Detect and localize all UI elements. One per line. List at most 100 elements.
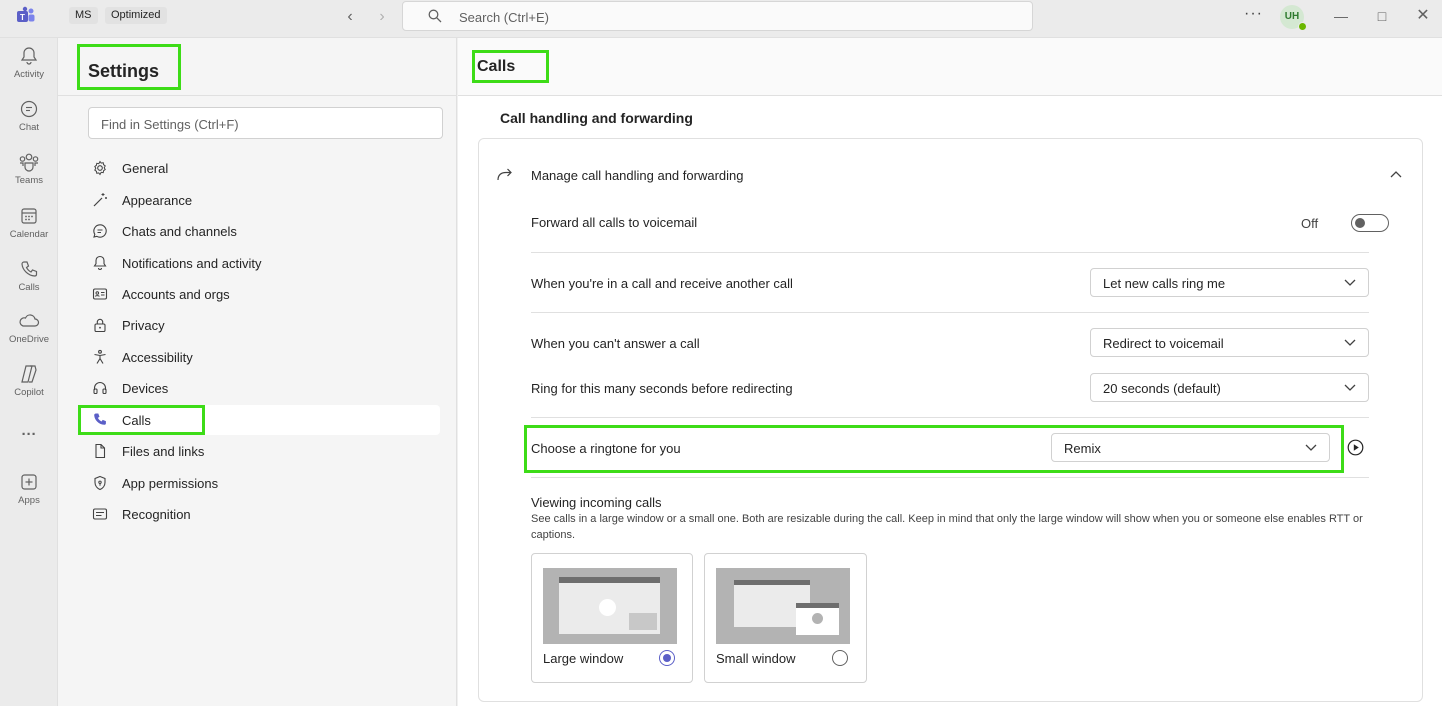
gear-icon — [94, 160, 106, 176]
rail-item-calls[interactable]: Calls — [0, 259, 58, 305]
bell-icon — [93, 255, 107, 270]
manage-label: Manage call handling and forwarding — [531, 168, 744, 183]
play-ringtone-icon[interactable] — [1347, 439, 1364, 456]
rail-item-calendar[interactable]: Calendar — [0, 206, 58, 252]
another-call-label: When you're in a call and receive anothe… — [531, 276, 793, 291]
rail-item-copilot[interactable]: Copilot — [0, 364, 58, 410]
forward-arrow-icon[interactable]: › — [371, 6, 393, 28]
rail-item-chat[interactable]: Chat — [0, 99, 58, 145]
nav-item-recognition[interactable]: Recognition — [80, 499, 440, 529]
nav-item-general[interactable]: General — [80, 153, 440, 183]
ringtone-row-highlight — [524, 425, 1344, 473]
back-arrow-icon[interactable]: ‹ — [339, 6, 361, 28]
rail-label: Calendar — [9, 229, 49, 240]
main-header: Calls — [458, 38, 1442, 96]
divider — [531, 417, 1369, 418]
id-card-icon — [92, 288, 108, 300]
nav-item-privacy[interactable]: Privacy — [80, 310, 440, 340]
nav-item-files-and-links[interactable]: Files and links — [80, 436, 440, 466]
copilot-icon — [21, 365, 37, 383]
more-options-button[interactable]: ··· — [1244, 5, 1263, 23]
nav-item-chats-and-channels[interactable]: Chats and channels — [80, 216, 440, 246]
section-title: Call handling and forwarding — [500, 110, 693, 126]
bell-icon — [20, 47, 38, 65]
find-in-settings-input[interactable]: Find in Settings (Ctrl+F) — [88, 107, 443, 139]
chevron-down-icon — [1344, 339, 1356, 346]
nav-item-devices[interactable]: Devices — [80, 373, 440, 403]
lock-icon — [94, 318, 106, 333]
org-chip[interactable]: MS — [69, 7, 98, 24]
phone-icon — [21, 261, 38, 277]
minimize-icon[interactable]: — — [1330, 5, 1352, 27]
divider — [531, 477, 1369, 478]
call-handling-card: Manage call handling and forwarding Forw… — [478, 138, 1423, 702]
nav-item-notifications[interactable]: Notifications and activity — [80, 248, 440, 278]
small-window-avatar — [812, 613, 823, 624]
rail-item-onedrive[interactable]: OneDrive — [0, 311, 58, 357]
large-window-radio[interactable] — [659, 650, 675, 666]
avatar[interactable]: UH — [1280, 5, 1307, 31]
nav-label: Appearance — [122, 193, 193, 208]
rail-label: Activity — [13, 69, 45, 80]
ring-seconds-dropdown[interactable]: 20 seconds (default) — [1090, 373, 1369, 402]
nav-label: Accessibility — [122, 350, 193, 365]
nav-label: Notifications and activity — [122, 256, 262, 271]
nav-label: Devices — [122, 381, 169, 396]
another-call-dropdown[interactable]: Let new calls ring me — [1090, 268, 1369, 297]
calls-title-highlight — [472, 50, 549, 83]
mode-chip[interactable]: Optimized — [105, 7, 167, 24]
nav-label: Files and links — [122, 444, 205, 459]
large-window-option[interactable]: Large window — [531, 553, 693, 683]
rail-label: Teams — [15, 175, 43, 186]
teams-icon — [19, 153, 39, 172]
small-window-option[interactable]: Small window — [704, 553, 867, 683]
forward-arrow-icon — [497, 168, 512, 181]
find-placeholder: Find in Settings (Ctrl+F) — [101, 117, 239, 132]
nav-label: App permissions — [122, 476, 219, 491]
chat-icon — [20, 100, 38, 118]
small-window-preview — [716, 568, 850, 644]
chat-icon — [93, 224, 107, 238]
title-bar: T MS Optimized ‹ › Search (Ctrl+E) ··· U… — [0, 0, 1442, 38]
rail-item-teams[interactable]: Teams — [0, 152, 58, 198]
app-rail: Activity Chat Teams Calendar Calls OneDr… — [0, 38, 58, 706]
dropdown-value: Let new calls ring me — [1103, 276, 1226, 291]
rail-label: Calls — [18, 282, 40, 293]
settings-nav-panel: Settings Find in Settings (Ctrl+F) Gener… — [58, 38, 457, 706]
settings-title-highlight — [77, 44, 181, 90]
rail-item-apps[interactable]: Apps — [0, 472, 58, 518]
cant-answer-dropdown[interactable]: Redirect to voicemail — [1090, 328, 1369, 357]
avatar-initials: UH — [1284, 11, 1300, 22]
search-input[interactable]: Search (Ctrl+E) — [402, 1, 1033, 31]
apps-icon — [21, 474, 37, 490]
dropdown-value: 20 seconds (default) — [1103, 381, 1221, 396]
cant-answer-label: When you can't answer a call — [531, 336, 700, 351]
document-icon — [95, 443, 106, 459]
maximize-icon[interactable]: □ — [1371, 5, 1393, 27]
manage-call-handling-expander[interactable]: Manage call handling and forwarding — [479, 155, 1424, 195]
divider — [531, 252, 1369, 253]
nav-label: Accounts and orgs — [122, 287, 230, 302]
chevron-down-icon — [1344, 279, 1356, 286]
rail-item-activity[interactable]: Activity — [0, 46, 58, 92]
nav-label: Chats and channels — [122, 224, 237, 239]
forward-voicemail-toggle[interactable] — [1351, 214, 1389, 232]
nav-item-appearance[interactable]: Appearance — [80, 185, 440, 215]
wand-icon — [93, 193, 107, 207]
small-window-radio[interactable] — [832, 650, 848, 666]
large-window-avatar — [599, 599, 616, 616]
large-window-label: Large window — [543, 651, 624, 666]
nav-label: General — [122, 161, 169, 176]
accessibility-icon — [94, 349, 106, 364]
nav-item-app-permissions[interactable]: App permissions — [80, 468, 440, 498]
rail-label: OneDrive — [8, 334, 50, 345]
recognition-icon — [92, 508, 108, 520]
calls-nav-highlight — [78, 405, 205, 435]
teams-logo-icon[interactable]: T — [16, 6, 36, 26]
close-icon[interactable]: ✕ — [1412, 5, 1434, 27]
nav-item-accessibility[interactable]: Accessibility — [80, 342, 440, 372]
nav-item-accounts[interactable]: Accounts and orgs — [80, 279, 440, 309]
rail-label: Chat — [18, 122, 40, 133]
rail-more-button[interactable]: ··· — [0, 426, 58, 446]
nav-label: Recognition — [122, 507, 191, 522]
